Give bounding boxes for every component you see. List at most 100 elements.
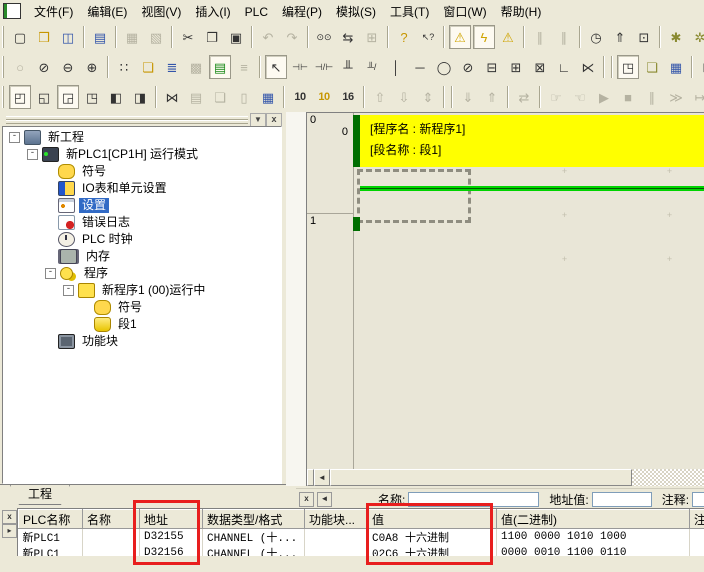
menu-item-help[interactable]: 帮助(H) xyxy=(494,3,549,21)
new-closed-coil-button[interactable]: ⊘ xyxy=(457,55,479,79)
new-or-closed-contact-button[interactable]: ╨/ xyxy=(361,55,383,79)
new-fb-parameter-button[interactable]: ⊠ xyxy=(529,55,551,79)
menu-item-file[interactable]: 文件(F) xyxy=(27,3,80,21)
detail-bar-collapse-button[interactable]: ◄ xyxy=(317,492,332,507)
watch-column-header-6[interactable]: 值(二进制) xyxy=(497,510,690,529)
watch-column-header-3[interactable]: 数据类型/格式 xyxy=(203,510,305,529)
tree-row-section-1[interactable]: 段1 xyxy=(3,316,281,333)
watch-cell-0-3[interactable]: CHANNEL (十... xyxy=(203,529,305,546)
tree-row-function-blocks[interactable]: 功能块 xyxy=(3,333,281,350)
new-horizontal-line-button[interactable]: ─ xyxy=(409,55,431,79)
tree-row-new-plc1[interactable]: - 新PLC1[CP1H] 运行模式 xyxy=(3,146,281,163)
cycle-time-view-button[interactable]: ◷ xyxy=(585,25,607,49)
tree-item-memory[interactable]: 内存 xyxy=(83,249,113,264)
find-button[interactable]: ⊙⊙ xyxy=(313,25,335,49)
workspace-menu-button[interactable]: ▼ xyxy=(250,113,266,127)
online-edit-send-button[interactable]: ✱ xyxy=(665,25,687,49)
tree-row-plc-clock[interactable]: PLC 时钟 xyxy=(3,231,281,248)
new-fb-instruction-button[interactable]: ⊞ xyxy=(505,55,527,79)
new-vertical-down-button[interactable]: ∟ xyxy=(553,55,575,79)
scroll-left-button[interactable]: ◄ xyxy=(314,469,330,486)
properties-window-button[interactable]: ◨ xyxy=(129,85,151,109)
cut-button[interactable]: ✂ xyxy=(177,25,199,49)
watch-column-header-0[interactable]: PLC名称 xyxy=(19,510,83,529)
new-coil-button[interactable]: ◯ xyxy=(433,55,455,79)
zoom-fit-button[interactable]: ⊘ xyxy=(33,55,55,79)
watch-cell-0-4[interactable] xyxy=(305,529,368,546)
find-alarm-button[interactable]: ⚠ xyxy=(497,25,519,49)
detail-bar-close-button[interactable]: x xyxy=(299,492,314,507)
menu-item-edit[interactable]: 编辑(E) xyxy=(80,3,134,21)
new-contact-button[interactable]: ⊣⊢ xyxy=(289,55,311,79)
replace-button[interactable]: ⇆ xyxy=(337,25,359,49)
tree-item-program-symbols[interactable]: 符号 xyxy=(115,300,145,315)
open-file-button[interactable]: ❒ xyxy=(33,25,55,49)
change-plc-model-button[interactable]: ▤ xyxy=(89,25,111,49)
watch-close-button[interactable]: x xyxy=(2,510,17,524)
watch-column-header-4[interactable]: 功能块... xyxy=(305,510,368,529)
watch-row-1[interactable]: 新PLC1D32156CHANNEL (十...02C6 十六进制0000 00… xyxy=(19,545,704,556)
tree-item-plc-clock[interactable]: PLC 时钟 xyxy=(79,232,136,247)
monitor-decimal-button[interactable]: 10 xyxy=(289,85,311,109)
tree-expand-programs[interactable]: - xyxy=(45,268,56,279)
scrollbar-thumb[interactable] xyxy=(330,469,632,486)
io-comment-view-button[interactable]: ❏ xyxy=(641,55,663,79)
io-comment-binary-view-button[interactable]: ▦ xyxy=(257,85,279,109)
tree-item-section-1[interactable]: 段1 xyxy=(115,317,140,332)
program-display-mode-button[interactable]: ◳ xyxy=(617,55,639,79)
tree-item-new-project[interactable]: 新工程 xyxy=(45,130,87,145)
monitoring-toggle-button[interactable]: ϟ xyxy=(473,25,495,49)
watch-cell-1-4[interactable] xyxy=(305,545,368,556)
watch-expand-button[interactable]: ▸ xyxy=(2,524,17,538)
local-symbol-window-button[interactable]: ◧ xyxy=(105,85,127,109)
tree-row-program-symbols[interactable]: 符号 xyxy=(3,299,281,316)
address-value-input[interactable] xyxy=(592,492,652,507)
rung-comment-banner[interactable]: [程序名 : 新程序1] [段名称 : 段1] xyxy=(360,115,704,167)
workspace-grip2[interactable] xyxy=(6,120,248,124)
watch-column-header-7[interactable]: 注释 xyxy=(690,510,704,529)
watch-cell-0-7[interactable] xyxy=(690,529,704,546)
new-plc-instruction-button[interactable]: ⊟ xyxy=(481,55,503,79)
new-vertical-line-button[interactable]: │ xyxy=(385,55,407,79)
paste-button[interactable]: ▣ xyxy=(225,25,247,49)
monitor-grid-button[interactable]: ▦ xyxy=(665,55,687,79)
rung-comment-button[interactable]: ❏ xyxy=(137,55,159,79)
tree-row-new-program-1[interactable]: -新程序1 (00)运行中 xyxy=(3,282,281,299)
new-invert-button[interactable]: ⋉ xyxy=(577,55,599,79)
watch-cell-0-0[interactable]: 新PLC1 xyxy=(19,529,83,546)
toggle-project-workspace-button[interactable]: ◰ xyxy=(9,85,31,109)
comment-input[interactable] xyxy=(692,492,704,507)
copy-button[interactable]: ❐ xyxy=(201,25,223,49)
new-closed-contact-button[interactable]: ⊣/⊢ xyxy=(313,55,335,79)
diagram-view-button[interactable]: ⋈ xyxy=(161,85,183,109)
new-file-button[interactable]: ▢ xyxy=(9,25,31,49)
watch-row-0[interactable]: 新PLC1D32155CHANNEL (十...C0A8 十六进制1100 00… xyxy=(19,529,704,546)
tree-item-function-blocks[interactable]: 功能块 xyxy=(79,334,121,349)
scrollbar-grab[interactable] xyxy=(307,469,314,486)
tree-row-new-project[interactable]: - 新工程 xyxy=(3,129,281,146)
tree-expand-new-plc1[interactable]: - xyxy=(27,149,38,160)
tree-expand-new-project[interactable]: - xyxy=(9,132,20,143)
rung1-margin-cell[interactable]: 1 xyxy=(307,214,353,469)
new-or-contact-button[interactable]: ╨ xyxy=(337,55,359,79)
online-edit-release-button[interactable]: ✲ xyxy=(689,25,704,49)
toolbar-grip[interactable] xyxy=(2,86,4,108)
tree-item-error-log[interactable]: 错误日志 xyxy=(79,215,133,230)
watch-cell-0-1[interactable] xyxy=(83,529,140,546)
grid-toggle-button[interactable]: ∷ xyxy=(113,55,135,79)
toolbar-grip[interactable] xyxy=(2,26,4,48)
watch-cell-1-6[interactable]: 0000 0010 1100 0110 xyxy=(497,545,690,556)
context-help-button[interactable]: ↖? xyxy=(417,25,439,49)
tree-row-symbols[interactable]: 符号 xyxy=(3,163,281,180)
monitor-hex-button[interactable]: 16 xyxy=(337,85,359,109)
monitor-signed-decimal-button[interactable]: 10 xyxy=(313,85,335,109)
menu-item-simulation[interactable]: 模拟(S) xyxy=(329,3,383,21)
tree-item-new-program-1[interactable]: 新程序1 (00)运行中 xyxy=(99,283,208,298)
workspace-close-button[interactable]: x xyxy=(266,113,282,127)
address-reference-tool-button[interactable]: ≣ xyxy=(161,55,183,79)
menu-item-view[interactable]: 视图(V) xyxy=(134,3,188,21)
menu-item-program[interactable]: 编程(P) xyxy=(275,3,329,21)
tree-item-new-plc1[interactable]: 新PLC1[CP1H] 运行模式 xyxy=(63,147,201,162)
watch-window-toggle-button[interactable]: ◲ xyxy=(57,85,79,109)
transfer-program-view-button[interactable]: ⇑ xyxy=(609,25,631,49)
